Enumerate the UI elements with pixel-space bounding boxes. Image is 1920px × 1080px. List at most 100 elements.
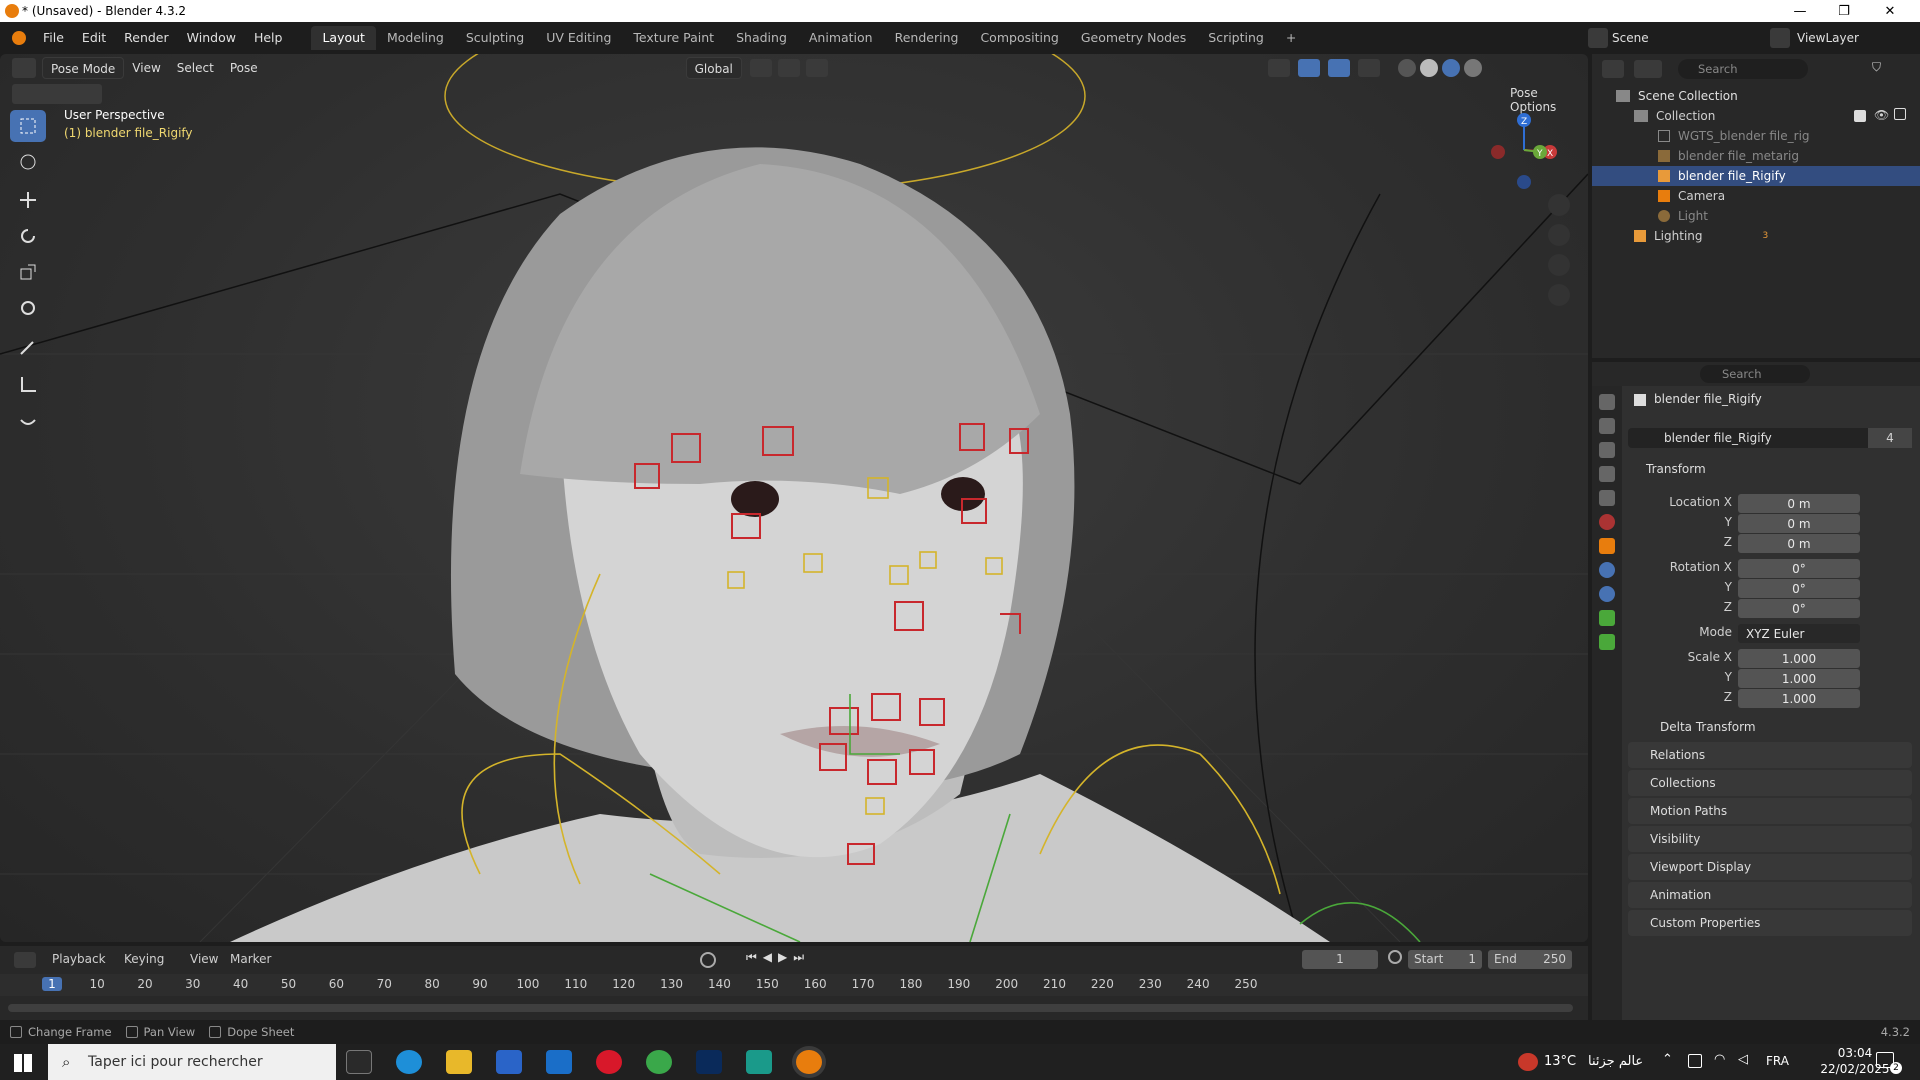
file-explorer-icon[interactable] xyxy=(446,1050,472,1074)
xray-icon[interactable] xyxy=(1357,59,1380,77)
windows-start-icon[interactable] xyxy=(14,1054,32,1072)
bone-tool[interactable] xyxy=(10,406,46,438)
menu-help[interactable]: Help xyxy=(245,26,292,50)
physics-tab-icon[interactable] xyxy=(1599,562,1615,578)
frame-ruler[interactable]: 1 10 20 30 40 50 60 70 80 90 100 110 120 130 140 150 160… xyxy=(0,974,1588,996)
outliner-row-rigify[interactable]: blender file_Rigify xyxy=(1592,166,1920,186)
taskbar-search-input[interactable]: ⌕ Taper ici pour rechercher xyxy=(48,1044,336,1080)
scene-tab-icon[interactable] xyxy=(1599,490,1615,506)
current-frame-field[interactable]: 1 xyxy=(1302,950,1378,969)
location-z-field[interactable]: 0 m xyxy=(1738,534,1860,553)
tab-geometry-nodes[interactable]: Geometry Nodes xyxy=(1070,26,1197,50)
wireframe-shading-icon[interactable] xyxy=(1397,59,1416,77)
gizmo-toggle-icon[interactable] xyxy=(1297,59,1320,77)
viewlayer-icon[interactable] xyxy=(1770,28,1790,48)
scale-x-field[interactable]: 1.000 xyxy=(1738,649,1860,668)
ortho-grid-icon[interactable] xyxy=(1548,284,1570,306)
view-layer-tab-icon[interactable] xyxy=(1599,466,1615,482)
minimize-button[interactable]: — xyxy=(1778,0,1822,22)
edge-browser-icon[interactable] xyxy=(396,1050,422,1074)
transform-orientation-selector[interactable]: Global xyxy=(685,57,742,79)
chrome-icon[interactable] xyxy=(646,1050,672,1074)
timeline-editor-icon[interactable] xyxy=(14,952,36,968)
delta-transform-subpanel[interactable]: Delta Transform xyxy=(1638,714,1908,740)
pan-hand-icon[interactable] xyxy=(1548,224,1570,246)
end-frame-field[interactable]: End 250 xyxy=(1488,950,1572,969)
scale-z-field[interactable]: 1.000 xyxy=(1738,689,1860,708)
select-box-tool[interactable] xyxy=(10,110,46,142)
users-count[interactable]: 4 xyxy=(1868,428,1912,448)
current-frame-marker[interactable]: 1 xyxy=(42,977,62,991)
object-name-field[interactable]: blender file_Rigify 4 xyxy=(1628,428,1912,448)
tab-animation[interactable]: Animation xyxy=(798,26,884,50)
battery-icon[interactable] xyxy=(1688,1054,1702,1068)
menu-file[interactable]: File xyxy=(34,26,73,50)
animation-panel[interactable]: Animation xyxy=(1628,882,1912,908)
snap-icon[interactable] xyxy=(777,59,800,77)
outliner-row-wgts[interactable]: WGTS_blender file_rig xyxy=(1592,126,1920,146)
filter-icon[interactable]: ⛉ xyxy=(1872,60,1892,78)
chevron-up-icon[interactable]: ⌃ xyxy=(1662,1052,1673,1067)
outlook-icon[interactable] xyxy=(546,1050,572,1074)
outliner-row-metarig[interactable]: blender file_metarig xyxy=(1592,146,1920,166)
playback-menu[interactable]: Playback xyxy=(52,952,106,966)
tab-texture-paint[interactable]: Texture Paint xyxy=(622,26,725,50)
tab-shading[interactable]: Shading xyxy=(725,26,798,50)
scale-y-field[interactable]: 1.000 xyxy=(1738,669,1860,688)
material-shading-icon[interactable] xyxy=(1441,59,1460,77)
tab-uv-editing[interactable]: UV Editing xyxy=(535,26,622,50)
viewlayer-selector[interactable]: ViewLayer xyxy=(1797,26,1887,50)
3d-viewport[interactable]: Pose Mode View Select Pose Global Pose O… xyxy=(0,54,1588,942)
scene-icon[interactable] xyxy=(1588,28,1608,48)
playback-controls-icon[interactable]: ⏮◀▶⏭ xyxy=(746,950,810,965)
wifi-icon[interactable]: ◠ xyxy=(1714,1052,1725,1067)
keying-menu[interactable]: Keying xyxy=(124,952,164,966)
transform-panel-header[interactable]: Transform xyxy=(1624,456,1908,482)
relations-panel[interactable]: Relations xyxy=(1628,742,1912,768)
gizmo-neg-x[interactable] xyxy=(1491,145,1505,159)
camera-render-icon[interactable] xyxy=(1894,108,1906,120)
blender-taskbar-icon[interactable] xyxy=(796,1050,822,1074)
navigation-gizmo[interactable]: Z X Y xyxy=(1484,110,1564,190)
outliner-row-lighting[interactable]: Lighting 3 xyxy=(1592,226,1920,246)
location-x-field[interactable]: 0 m xyxy=(1738,494,1860,513)
pose-options-button[interactable]: Pose Options xyxy=(1510,86,1576,114)
scene-selector[interactable]: Scene xyxy=(1612,26,1722,50)
rotation-mode-dropdown[interactable]: XYZ Euler xyxy=(1738,624,1860,643)
visibility-icon[interactable] xyxy=(1267,59,1290,77)
collections-panel[interactable]: Collections xyxy=(1628,770,1912,796)
rotate-tool[interactable] xyxy=(10,220,46,252)
move-tool[interactable] xyxy=(10,184,46,216)
viewport-menu-view[interactable]: View xyxy=(124,57,168,79)
eye-icon[interactable]: 👁 xyxy=(1874,108,1889,122)
viewport-menu-pose[interactable]: Pose xyxy=(222,57,266,79)
annotate-tool[interactable] xyxy=(10,332,46,364)
solid-shading-icon[interactable] xyxy=(1419,59,1438,77)
app-m-icon[interactable] xyxy=(746,1050,772,1074)
task-view-icon[interactable] xyxy=(346,1050,372,1074)
outliner-row-collection[interactable]: Collection 👁 xyxy=(1592,106,1920,126)
start-frame-field[interactable]: Start 1 xyxy=(1408,950,1482,969)
auto-keying-icon[interactable] xyxy=(700,952,716,968)
display-mode-icon[interactable] xyxy=(1634,60,1662,78)
bone-tab-icon[interactable] xyxy=(1599,634,1615,650)
rotation-z-field[interactable]: 0° xyxy=(1738,599,1860,618)
world-tab-icon[interactable] xyxy=(1599,514,1615,530)
tab-modeling[interactable]: Modeling xyxy=(376,26,455,50)
gizmo-neg-z[interactable] xyxy=(1517,175,1531,189)
tab-rendering[interactable]: Rendering xyxy=(884,26,970,50)
marker-menu[interactable]: Marker xyxy=(230,952,271,966)
microsoft-store-icon[interactable] xyxy=(496,1050,522,1074)
armature-data-tab-icon[interactable] xyxy=(1599,610,1615,626)
object-tab-icon[interactable] xyxy=(1599,538,1615,554)
visibility-panel[interactable]: Visibility xyxy=(1628,826,1912,852)
menu-edit[interactable]: Edit xyxy=(73,26,115,50)
tab-compositing[interactable]: Compositing xyxy=(969,26,1069,50)
rendered-shading-icon[interactable] xyxy=(1463,59,1482,77)
tab-scripting[interactable]: Scripting xyxy=(1197,26,1275,50)
tab-layout[interactable]: Layout xyxy=(311,26,376,50)
viewport-display-panel[interactable]: Viewport Display xyxy=(1628,854,1912,880)
zoom-icon[interactable] xyxy=(1548,194,1570,216)
input-language[interactable]: FRA xyxy=(1766,1054,1789,1068)
location-y-field[interactable]: 0 m xyxy=(1738,514,1860,533)
